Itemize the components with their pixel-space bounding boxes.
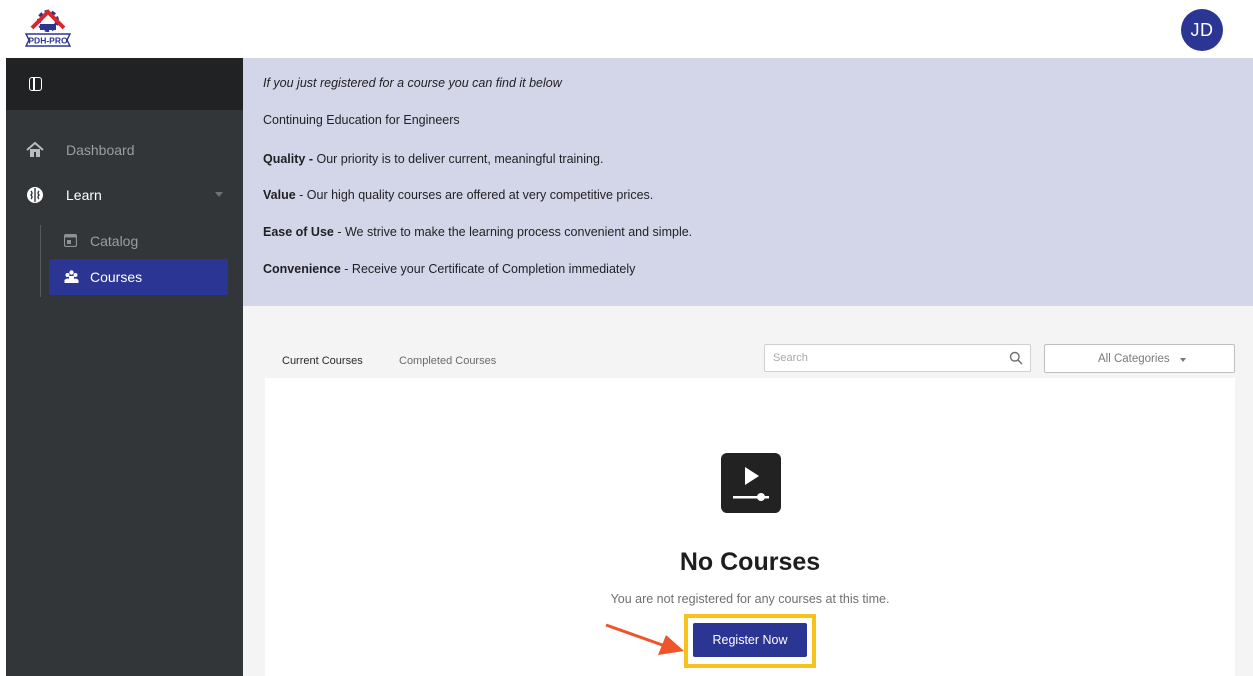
sidebar-item-label: Catalog — [90, 233, 139, 249]
sidebar-item-catalog[interactable]: Catalog — [49, 223, 228, 259]
banner-intro: If you just registered for a course you … — [263, 76, 562, 90]
banner-line-quality: Quality - Our priority is to deliver cur… — [263, 152, 603, 166]
video-icon — [721, 453, 781, 513]
top-bar: PDH-PRO JD — [0, 0, 1253, 58]
courses-icon — [64, 270, 79, 283]
info-banner: If you just registered for a course you … — [243, 58, 1253, 306]
sidebar-item-courses[interactable]: Courses — [49, 259, 228, 295]
register-highlight: Register Now — [684, 614, 816, 668]
search-input[interactable] — [773, 349, 993, 367]
user-avatar[interactable]: JD — [1181, 9, 1223, 51]
sidebar: Dashboard Learn Catalog Courses — [6, 58, 243, 676]
sidebar-item-learn[interactable]: Learn — [6, 175, 243, 215]
sidebar-item-label: Learn — [66, 187, 102, 203]
banner-line-ease: Ease of Use - We strive to make the lear… — [263, 225, 692, 239]
banner-line-text: Our priority is to deliver current, mean… — [316, 152, 604, 166]
search-box — [764, 344, 1031, 372]
courses-content: Current Courses Completed Courses All Ca… — [243, 306, 1253, 676]
banner-line-text: - We strive to make the learning process… — [333, 225, 693, 239]
banner-line-value: Value - Our high quality courses are off… — [263, 188, 653, 202]
banner-line-text: - Receive your Certificate of Completion… — [340, 262, 636, 276]
svg-text:PDH-PRO: PDH-PRO — [28, 36, 68, 46]
sidebar-item-label: Courses — [90, 269, 143, 285]
banner-line-text: - Our high quality courses are offered a… — [295, 188, 654, 202]
submenu-divider — [40, 225, 41, 297]
category-select[interactable]: All Categories — [1044, 344, 1235, 373]
empty-state-title: No Courses — [679, 548, 821, 576]
category-select-value: All Categories — [1098, 353, 1170, 365]
brain-icon — [26, 186, 44, 204]
sidebar-item-dashboard[interactable]: Dashboard — [6, 130, 243, 170]
catalog-icon — [63, 233, 78, 248]
empty-state-message: You are not registered for any courses a… — [610, 592, 890, 606]
arrow-icon — [605, 623, 684, 655]
register-now-button[interactable]: Register Now — [693, 623, 807, 657]
search-icon[interactable] — [1009, 351, 1023, 365]
tab-completed-courses[interactable]: Completed Courses — [399, 355, 496, 367]
home-icon — [26, 141, 44, 159]
tab-current-courses[interactable]: Current Courses — [282, 355, 363, 367]
banner-line-bold: Convenience — [263, 262, 341, 276]
banner-heading: Continuing Education for Engineers — [263, 113, 460, 127]
chevron-down-icon — [1180, 358, 1186, 362]
banner-line-bold: Quality - — [263, 152, 317, 166]
sidebar-header — [6, 58, 243, 110]
sidebar-toggle-icon[interactable] — [29, 77, 42, 91]
banner-line-bold: Ease of Use — [263, 225, 334, 239]
banner-line-convenience: Convenience - Receive your Certificate o… — [263, 262, 635, 276]
sidebar-item-label: Dashboard — [66, 142, 135, 158]
chevron-down-icon — [215, 192, 223, 197]
pdh-pro-logo[interactable]: PDH-PRO — [22, 4, 74, 48]
banner-line-bold: Value — [263, 188, 296, 202]
empty-state-panel: No Courses You are not registered for an… — [265, 378, 1235, 676]
